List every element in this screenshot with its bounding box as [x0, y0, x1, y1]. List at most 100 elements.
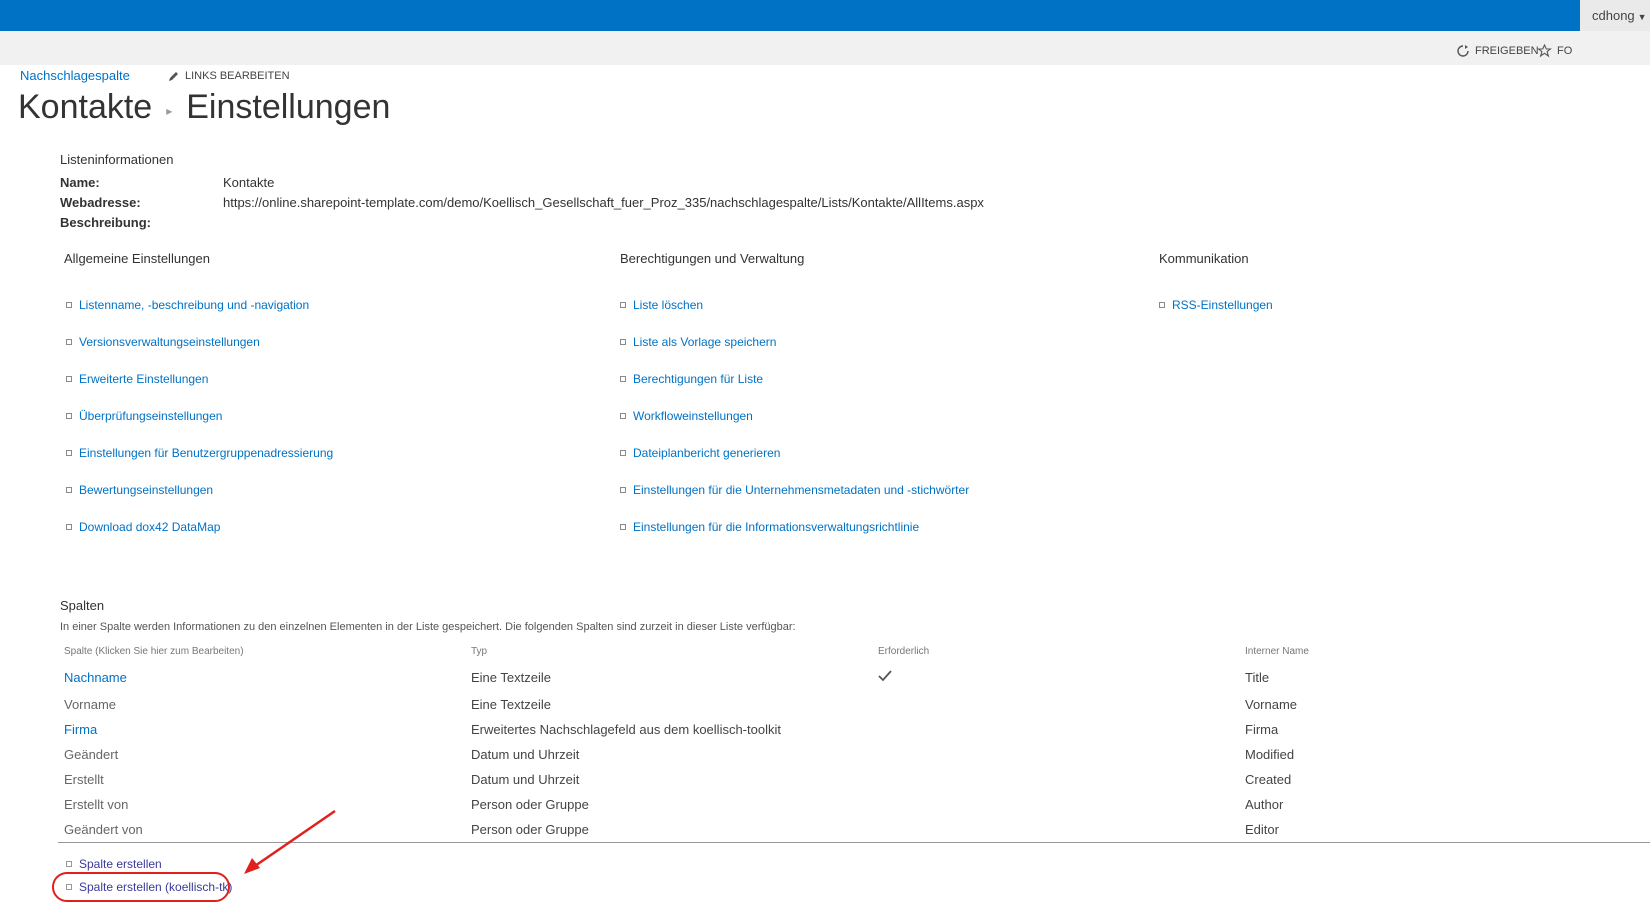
bullet-icon: [620, 339, 626, 345]
column-name-link[interactable]: Nachname: [64, 670, 127, 685]
columns-heading: Spalten: [60, 598, 105, 613]
column-internal-name: Firma: [1245, 722, 1279, 737]
permissions-link-label: Berechtigungen für Liste: [633, 372, 764, 386]
column-internal-name: Created: [1245, 772, 1292, 787]
column-header-internal: Interner Name: [1245, 646, 1309, 657]
name-value: Kontakte: [223, 175, 275, 190]
columns-description: In einer Spalte werden Informationen zu …: [60, 621, 796, 633]
settings-link[interactable]: Überprüfungseinstellungen: [66, 409, 222, 423]
permissions-link[interactable]: Einstellungen für die Informationsverwal…: [620, 520, 919, 534]
bullet-icon: [620, 376, 626, 382]
column-name: Geändert: [64, 747, 119, 762]
bullet-icon: [620, 450, 626, 456]
bullet-icon: [66, 450, 72, 456]
permissions-link[interactable]: Einstellungen für die Unternehmensmetada…: [620, 483, 969, 497]
bullet-icon: [620, 413, 626, 419]
page-title: Kontakte ▸ Einstellungen: [18, 88, 390, 127]
bullet-icon: [1159, 302, 1165, 308]
settings-link-label: Versionsverwaltungseinstellungen: [79, 335, 260, 349]
bullet-icon: [66, 524, 72, 530]
column-name: Erstellt von: [64, 797, 129, 812]
settings-link-label: Erweiterte Einstellungen: [79, 372, 209, 386]
column-header-name: Spalte (Klicken Sie hier zum Bearbeiten): [64, 646, 244, 657]
ribbon-bar: [0, 31, 1650, 65]
column-type: Datum und Uhrzeit: [471, 747, 580, 762]
column-type: Datum und Uhrzeit: [471, 772, 580, 787]
permissions-link-label: Workfloweinstellungen: [633, 409, 753, 423]
column-internal-name: Author: [1245, 797, 1284, 812]
column-type: Erweitertes Nachschlagefeld aus dem koel…: [471, 722, 781, 737]
settings-link[interactable]: Download dox42 DataMap: [66, 520, 220, 534]
share-button[interactable]: FREIGEBEN: [1456, 44, 1539, 58]
permissions-link[interactable]: Berechtigungen für Liste: [620, 372, 763, 386]
column-header-required: Erforderlich: [878, 646, 930, 657]
permissions-link-label: Einstellungen für die Informationsverwal…: [633, 520, 920, 534]
description-label: Beschreibung:: [60, 215, 152, 230]
name-label: Name:: [60, 175, 100, 190]
follow-button[interactable]: FO: [1537, 44, 1572, 58]
permissions-link[interactable]: Dateiplanbericht generieren: [620, 446, 780, 460]
bullet-icon: [620, 302, 626, 308]
share-icon: [1457, 45, 1469, 57]
permissions-link[interactable]: Liste löschen: [620, 298, 703, 312]
chevron-down-icon: ▼: [1637, 12, 1647, 22]
bullet-icon: [66, 487, 72, 493]
settings-link[interactable]: Bewertungseinstellungen: [66, 483, 213, 497]
bullet-icon: [620, 524, 626, 530]
column-internal-name: Editor: [1245, 822, 1279, 837]
settings-link-label: Bewertungseinstellungen: [79, 483, 214, 497]
annotation-arrow-icon: [244, 809, 336, 874]
communication-link-label: RSS-Einstellungen: [1172, 298, 1273, 312]
bullet-icon: [66, 376, 72, 382]
edit-links-label: LINKS BEARBEITEN: [185, 70, 290, 82]
communication-heading: Kommunikation: [1159, 251, 1249, 266]
suite-bar: [0, 0, 1650, 31]
user-menu[interactable]: cdhong ▼: [1580, 0, 1650, 31]
permissions-link-label: Dateiplanbericht generieren: [633, 446, 781, 460]
create-column-label: Spalte erstellen: [79, 857, 162, 871]
communication-link[interactable]: RSS-Einstellungen: [1159, 298, 1273, 312]
permissions-link-label: Einstellungen für die Unternehmensmetada…: [633, 483, 970, 497]
permissions-link-label: Liste löschen: [633, 298, 704, 312]
permissions-heading: Berechtigungen und Verwaltung: [620, 251, 805, 266]
bullet-icon: [66, 302, 72, 308]
settings-link[interactable]: Versionsverwaltungseinstellungen: [66, 335, 260, 349]
permissions-link[interactable]: Liste als Vorlage speichern: [620, 335, 776, 349]
column-internal-name: Modified: [1245, 747, 1295, 762]
bullet-icon: [66, 861, 72, 867]
column-name-link[interactable]: Firma: [64, 722, 97, 737]
bullet-icon: [620, 487, 626, 493]
settings-link[interactable]: Einstellungen für Benutzergruppenadressi…: [66, 446, 333, 460]
nav-link-nachschlagespalte[interactable]: Nachschlagespalte: [20, 68, 130, 83]
checkmark-icon: [878, 669, 892, 687]
star-icon: [1537, 44, 1552, 58]
column-header-type: Typ: [471, 646, 488, 657]
settings-link-label: Listenname, -beschreibung und -navigatio…: [79, 298, 310, 312]
column-type: Eine Textzeile: [471, 697, 551, 712]
general-settings-heading: Allgemeine Einstellungen: [64, 251, 210, 266]
settings-link-label: Überprüfungseinstellungen: [79, 409, 223, 423]
breadcrumb-arrow-icon: ▸: [166, 103, 173, 118]
column-name: Vorname: [64, 697, 117, 712]
highlight-ellipse: [52, 872, 230, 902]
column-type: Eine Textzeile: [471, 670, 551, 685]
user-name: cdhong: [1592, 8, 1635, 23]
permissions-link[interactable]: Workfloweinstellungen: [620, 409, 753, 423]
list-info-heading: Listeninformationen: [60, 152, 174, 167]
permissions-link-label: Liste als Vorlage speichern: [633, 335, 777, 349]
create-column-link[interactable]: Spalte erstellen: [66, 857, 162, 871]
bullet-icon: [66, 339, 72, 345]
share-label: FREIGEBEN: [1475, 45, 1539, 57]
title-list-name[interactable]: Kontakte: [18, 88, 152, 127]
column-internal-name: Vorname: [1245, 697, 1298, 712]
edit-links-button[interactable]: LINKS BEARBEITEN: [168, 70, 290, 82]
column-internal-name: Title: [1245, 670, 1270, 685]
settings-link[interactable]: Listenname, -beschreibung und -navigatio…: [66, 298, 309, 312]
column-type: Person oder Gruppe: [471, 822, 589, 837]
web-address-value: https://online.sharepoint-template.com/d…: [223, 195, 984, 210]
column-name: Geändert von: [64, 822, 143, 837]
settings-link[interactable]: Erweiterte Einstellungen: [66, 372, 208, 386]
bullet-icon: [66, 413, 72, 419]
pencil-icon: [169, 71, 178, 81]
web-address-label: Webadresse:: [60, 195, 141, 210]
